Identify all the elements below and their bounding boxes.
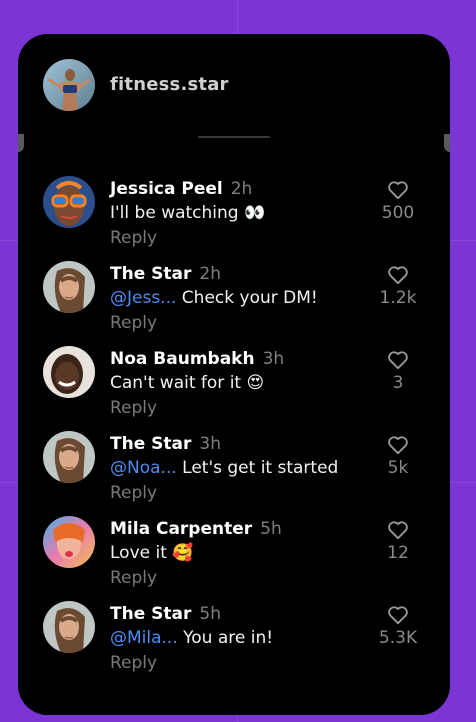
reply-button[interactable]: Reply [110,228,157,248]
reply-button[interactable]: Reply [110,568,157,588]
comment-time: 5h [260,519,282,539]
comment-author[interactable]: The Star [110,604,191,624]
comment-author[interactable]: Mila Carpenter [110,519,252,539]
comment-text: Can't wait for it 😍 [110,373,264,393]
heart-icon[interactable] [387,180,409,200]
like-count: 500 [381,203,415,223]
comment-text: Love it 🥰 [110,543,193,563]
comment-author[interactable]: Jessica Peel [110,179,223,199]
comment-username[interactable]: Noa Baumbakh 3h [110,349,284,369]
comment-username[interactable]: Jessica Peel 2h [110,179,252,199]
comment-body: You are in! [177,628,274,648]
the-star-avatar[interactable] [43,431,95,483]
comment-body: Check your DM! [176,288,318,308]
post-header: fitness.star [18,34,450,139]
reply-button[interactable]: Reply [110,398,157,418]
comment-body: Let's get it started [176,458,339,478]
mila-avatar[interactable] [43,516,95,568]
comment-item: Jessica Peel 2h I'll be watching 👀 Reply … [18,174,450,259]
comment-mention[interactable]: @Mila... [110,628,178,648]
comment-item: The Star 3h @Noa... Let's get it started … [18,429,450,514]
comment-time: 2h [199,264,221,284]
comment-author[interactable]: The Star [110,264,191,284]
fitness-star-avatar[interactable] [43,59,95,111]
sheet-drag-handle[interactable] [198,136,270,138]
comment-text: I'll be watching 👀 [110,203,265,223]
the-star-avatar[interactable] [43,261,95,313]
reply-button[interactable]: Reply [110,483,157,503]
comment-body: Love it 🥰 [110,543,194,563]
heart-icon[interactable] [387,265,409,285]
like-count: 5.3K [378,628,418,648]
the-star-avatar[interactable] [43,601,95,653]
like-count: 1.2k [379,288,417,308]
comment-body: I'll be watching 👀 [110,203,266,223]
comment-time: 5h [199,604,221,624]
comment-time: 3h [262,349,285,369]
comment-item: Noa Baumbakh 3h Can't wait for it 😍 Reply… [18,344,450,429]
comment-username[interactable]: The Star 3h [110,434,221,454]
comment-username[interactable]: The Star 5h [110,604,221,624]
comment-text: @Mila... You are in! [110,628,273,648]
comment-text: @Jess... Check your DM! [110,288,318,308]
reply-button[interactable]: Reply [110,313,157,333]
comment-item: The Star 2h @Jess... Check your DM! Reply… [18,259,450,344]
comment-author[interactable]: Noa Baumbakh [110,349,255,369]
reply-button[interactable]: Reply [110,653,157,673]
comment-body: Can't wait for it 😍 [110,373,265,393]
comment-mention[interactable]: @Noa... [110,458,177,478]
comment-time: 3h [199,434,221,454]
heart-icon[interactable] [387,605,409,625]
comment-username[interactable]: Mila Carpenter 5h [110,519,282,539]
heart-icon[interactable] [387,435,409,455]
like-count: 5k [387,458,409,478]
jessica-avatar[interactable] [43,176,95,228]
comment-item: Mila Carpenter 5h Love it 🥰 Reply 12 [18,514,450,599]
comments-panel: fitness.star Jessica Peel 2h I'll be wat… [18,34,450,715]
like-count: 12 [387,543,409,563]
heart-icon[interactable] [387,520,409,540]
comment-text: @Noa... Let's get it started [110,458,338,478]
comment-username[interactable]: The Star 2h [110,264,221,284]
comment-time: 2h [230,179,253,199]
noa-avatar[interactable] [43,346,95,398]
comment-mention[interactable]: @Jess... [110,288,176,308]
comment-author[interactable]: The Star [110,434,191,454]
sheet-corner [444,134,450,152]
like-count: 3 [392,373,404,393]
post-username[interactable]: fitness.star [110,74,229,95]
heart-icon[interactable] [387,350,409,370]
comment-item: The Star 5h @Mila... You are in! Reply 5.… [18,599,450,684]
